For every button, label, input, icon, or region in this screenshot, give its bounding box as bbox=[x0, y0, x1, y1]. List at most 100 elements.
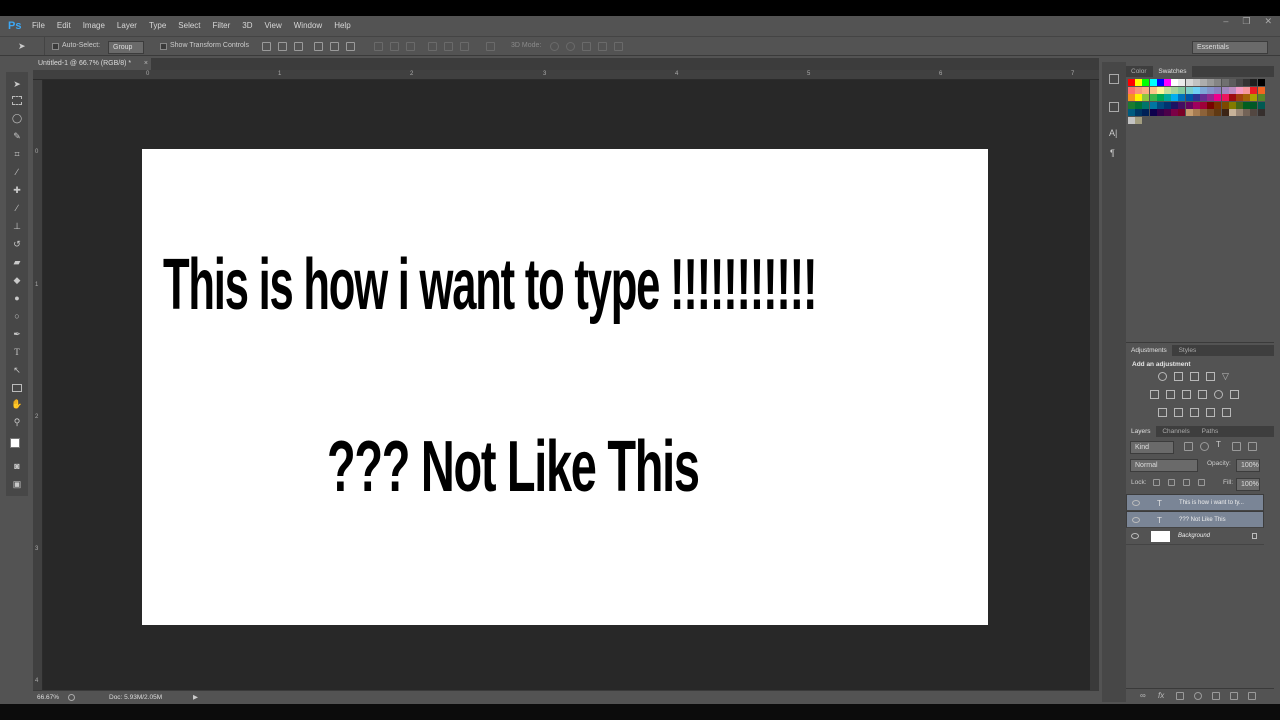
menu-window[interactable]: Window bbox=[288, 16, 328, 36]
swatch[interactable] bbox=[1214, 79, 1222, 86]
3d-slide-icon[interactable] bbox=[598, 42, 607, 51]
swatch[interactable] bbox=[1228, 101, 1236, 109]
menu-select[interactable]: Select bbox=[172, 16, 206, 36]
swatch[interactable] bbox=[1221, 101, 1229, 109]
menu-file[interactable]: File bbox=[26, 16, 51, 36]
swatch[interactable] bbox=[1142, 94, 1150, 102]
tab-paths[interactable]: Paths bbox=[1197, 426, 1224, 437]
tab-channels[interactable]: Channels bbox=[1157, 426, 1194, 437]
filter-shape-icon[interactable] bbox=[1232, 442, 1241, 451]
swatch[interactable] bbox=[1156, 79, 1164, 86]
clone-stamp-tool-icon[interactable]: ⊥ bbox=[11, 220, 23, 232]
swatch[interactable] bbox=[1128, 79, 1135, 86]
swatch[interactable] bbox=[1149, 94, 1157, 102]
swatch[interactable] bbox=[1228, 86, 1236, 94]
swatch[interactable] bbox=[1214, 101, 1222, 109]
rectangle-tool-icon[interactable] bbox=[12, 384, 22, 392]
align-bottom-icon[interactable] bbox=[294, 42, 303, 51]
swatch[interactable] bbox=[1207, 79, 1215, 86]
swatch[interactable] bbox=[1207, 109, 1215, 117]
blend-mode-dropdown[interactable]: Normal bbox=[1130, 459, 1198, 472]
pen-tool-icon[interactable]: ✒ bbox=[11, 328, 23, 340]
swatch[interactable] bbox=[1236, 109, 1243, 117]
eraser-tool-icon[interactable]: ▰ bbox=[11, 256, 23, 268]
paragraph-panel-icon[interactable]: ¶ bbox=[1110, 148, 1115, 158]
zoom-level[interactable]: 66.67% bbox=[37, 691, 59, 704]
layer-row[interactable]: T ??? Not Like This bbox=[1126, 511, 1264, 528]
posterize-icon[interactable] bbox=[1174, 408, 1183, 417]
swatch[interactable] bbox=[1192, 101, 1200, 109]
layer-style-icon[interactable]: fx bbox=[1158, 691, 1164, 700]
layer-row[interactable]: Background bbox=[1126, 528, 1264, 545]
photo-filter-icon[interactable] bbox=[1198, 390, 1207, 399]
move-tool-preset-icon[interactable]: ➤ bbox=[18, 42, 32, 51]
brush-tool-icon[interactable]: ∕ bbox=[11, 202, 23, 214]
history-brush-tool-icon[interactable]: ↺ bbox=[11, 238, 23, 250]
menu-type[interactable]: Type bbox=[143, 16, 172, 36]
lock-all-icon[interactable] bbox=[1198, 479, 1205, 486]
swatch[interactable] bbox=[1257, 109, 1265, 117]
fill-field[interactable]: 100% bbox=[1236, 478, 1260, 491]
swatch[interactable] bbox=[1185, 79, 1193, 86]
swatch[interactable] bbox=[1156, 94, 1164, 102]
3d-roll-icon[interactable] bbox=[566, 42, 575, 51]
auto-select-dropdown[interactable]: Group bbox=[108, 41, 144, 54]
gradient-map-icon[interactable] bbox=[1222, 408, 1231, 417]
align-left-icon[interactable] bbox=[314, 42, 323, 51]
properties-panel-icon[interactable] bbox=[1109, 102, 1119, 112]
quick-select-tool-icon[interactable]: ✎ bbox=[11, 130, 23, 142]
swatch[interactable] bbox=[1164, 101, 1171, 109]
paint-bucket-tool-icon[interactable]: ◆ bbox=[11, 274, 23, 286]
filter-smart-object-icon[interactable] bbox=[1248, 442, 1257, 451]
color-balance-icon[interactable] bbox=[1166, 390, 1175, 399]
threshold-icon[interactable] bbox=[1190, 408, 1199, 417]
swatch[interactable] bbox=[1200, 94, 1207, 102]
tab-styles[interactable]: Styles bbox=[1174, 345, 1202, 356]
align-right-icon[interactable] bbox=[346, 42, 355, 51]
swatch[interactable] bbox=[1192, 109, 1200, 117]
minimize-button[interactable]: – bbox=[1223, 16, 1228, 30]
swatch[interactable] bbox=[1135, 94, 1143, 102]
zoom-tool-icon[interactable]: ⚲ bbox=[11, 416, 23, 428]
distribute-vcenter-icon[interactable] bbox=[390, 42, 399, 51]
filter-type-icon[interactable]: T bbox=[1216, 440, 1221, 449]
swatch[interactable] bbox=[1142, 86, 1150, 94]
visibility-eye-icon[interactable] bbox=[1132, 500, 1140, 506]
swatch[interactable] bbox=[1156, 101, 1164, 109]
lasso-tool-icon[interactable]: ◯ bbox=[11, 112, 23, 124]
distribute-right-icon[interactable] bbox=[460, 42, 469, 51]
foreground-color-swatch[interactable] bbox=[10, 438, 20, 448]
tab-color[interactable]: Color bbox=[1126, 66, 1152, 77]
brightness-contrast-icon[interactable] bbox=[1158, 372, 1167, 381]
swatch[interactable] bbox=[1149, 86, 1157, 94]
swatch[interactable] bbox=[1142, 109, 1150, 117]
menu-layer[interactable]: Layer bbox=[111, 16, 143, 36]
swatch[interactable] bbox=[1171, 101, 1179, 109]
visibility-eye-icon[interactable] bbox=[1132, 517, 1140, 523]
swatch[interactable] bbox=[1156, 109, 1164, 117]
3d-rotate-icon[interactable] bbox=[550, 42, 559, 51]
swatch[interactable] bbox=[1200, 109, 1207, 117]
swatch[interactable] bbox=[1149, 101, 1157, 109]
restore-button[interactable]: ❐ bbox=[1242, 16, 1250, 30]
swatch[interactable] bbox=[1135, 79, 1143, 86]
menu-3d[interactable]: 3D bbox=[236, 16, 258, 36]
swatch[interactable] bbox=[1214, 86, 1222, 94]
distribute-top-icon[interactable] bbox=[374, 42, 383, 51]
swatch[interactable] bbox=[1192, 94, 1200, 102]
path-select-tool-icon[interactable]: ↖ bbox=[11, 364, 23, 376]
swatch[interactable] bbox=[1257, 79, 1265, 86]
menu-filter[interactable]: Filter bbox=[207, 16, 237, 36]
swatch[interactable] bbox=[1243, 86, 1251, 94]
healing-brush-tool-icon[interactable]: ✚ bbox=[11, 184, 23, 196]
lock-position-icon[interactable] bbox=[1183, 479, 1190, 486]
swatch[interactable] bbox=[1207, 94, 1215, 102]
show-transform-checkbox[interactable] bbox=[160, 43, 167, 50]
distribute-left-icon[interactable] bbox=[428, 42, 437, 51]
align-hcenter-icon[interactable] bbox=[330, 42, 339, 51]
swatch[interactable] bbox=[1185, 109, 1193, 117]
swatch[interactable] bbox=[1171, 79, 1179, 86]
vertical-scrollbar[interactable] bbox=[1090, 80, 1099, 690]
swatch[interactable] bbox=[1214, 94, 1222, 102]
swatch[interactable] bbox=[1185, 94, 1193, 102]
